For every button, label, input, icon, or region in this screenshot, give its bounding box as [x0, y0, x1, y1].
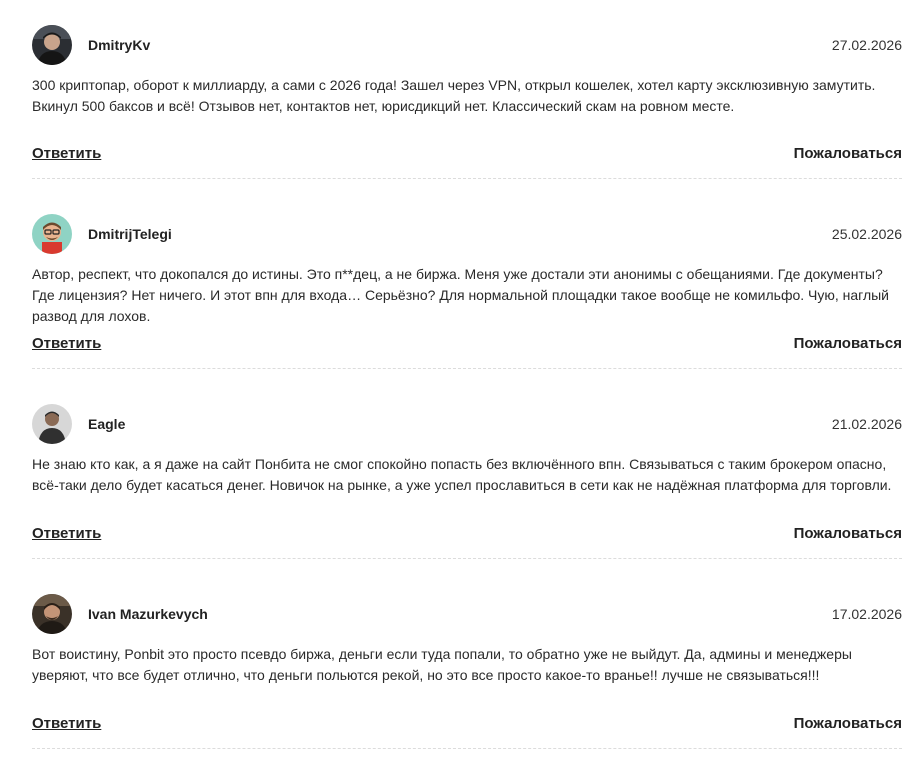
- comment-author: Eagle: [88, 416, 126, 432]
- report-link[interactable]: Пожаловаться: [794, 715, 902, 732]
- reply-link[interactable]: Ответить: [32, 525, 101, 542]
- user-photo-icon: [32, 25, 72, 65]
- reply-link[interactable]: Ответить: [32, 145, 101, 162]
- comment-text: Не знаю кто как, а я даже на сайт Понбит…: [32, 456, 892, 493]
- comment-date: 17.02.2026: [831, 606, 902, 622]
- comment-author: Ivan Mazurkevych: [88, 606, 208, 622]
- comment-header: Eagle 21.02.2026: [32, 404, 902, 444]
- comment-date: 27.02.2026: [831, 37, 902, 53]
- avatar[interactable]: [32, 214, 72, 254]
- avatar[interactable]: [32, 404, 72, 444]
- comment-author: DmitrijTelegi: [88, 226, 172, 242]
- reply-link[interactable]: Ответить: [32, 335, 101, 352]
- comment-date: 21.02.2026: [831, 416, 902, 432]
- comment-header: DmitrijTelegi 25.02.2026: [32, 214, 902, 254]
- report-link[interactable]: Пожаловаться: [794, 335, 902, 352]
- avatar[interactable]: [32, 25, 72, 65]
- comment-text: Автор, респект, что докопался до истины.…: [32, 266, 890, 324]
- user-cartoon-icon: [32, 214, 72, 254]
- comment-actions: Ответить Пожаловаться: [32, 332, 902, 354]
- comment-actions: Ответить Пожаловаться: [32, 712, 902, 734]
- reply-link[interactable]: Ответить: [32, 715, 101, 732]
- comment-text: Вот воистину, Ponbit это просто псевдо б…: [32, 646, 852, 683]
- report-link[interactable]: Пожаловаться: [794, 145, 902, 162]
- comment-actions: Ответить Пожаловаться: [32, 522, 902, 544]
- comment-header: DmitryKv 27.02.2026: [32, 25, 902, 65]
- comment-header: Ivan Mazurkevych 17.02.2026: [32, 594, 902, 634]
- user-photo-icon: [32, 404, 72, 444]
- comment-text: 300 криптопар, оборот к миллиарду, а сам…: [32, 77, 876, 114]
- comment-item: DmitryKv 27.02.2026 300 криптопар, оборо…: [32, 0, 902, 179]
- comment-item: DmitrijTelegi 25.02.2026 Автор, респект,…: [32, 179, 902, 369]
- comment-actions: Ответить Пожаловаться: [32, 142, 902, 164]
- comments-list: DmitryKv 27.02.2026 300 криптопар, оборо…: [32, 0, 902, 749]
- comment-item: Eagle 21.02.2026 Не знаю кто как, а я да…: [32, 369, 902, 559]
- comment-item: Ivan Mazurkevych 17.02.2026 Вот воистину…: [32, 559, 902, 749]
- comment-author: DmitryKv: [88, 37, 151, 53]
- avatar[interactable]: [32, 594, 72, 634]
- comment-date: 25.02.2026: [831, 226, 902, 242]
- report-link[interactable]: Пожаловаться: [794, 525, 902, 542]
- user-photo-icon: [32, 594, 72, 634]
